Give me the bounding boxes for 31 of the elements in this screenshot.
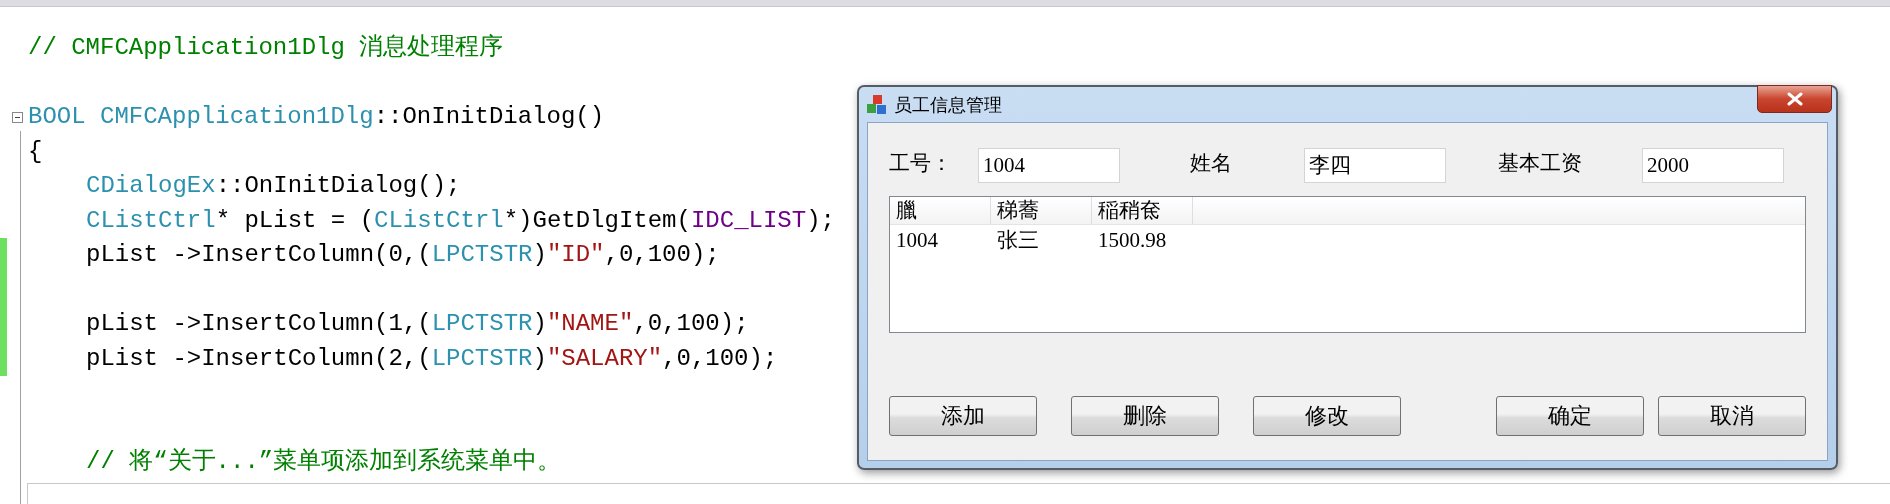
close-icon bbox=[1785, 92, 1804, 106]
dialog-button[interactable]: 取消 bbox=[1658, 396, 1806, 436]
table-cell: 张三 bbox=[997, 228, 1039, 252]
dialog-button[interactable]: 修改 bbox=[1253, 396, 1401, 436]
input-field[interactable]: 2000 bbox=[1642, 148, 1784, 183]
window-title: 员工信息管理 bbox=[894, 92, 1002, 117]
column-header[interactable]: 臘 bbox=[890, 197, 991, 224]
code-line: BOOL CMFCApplication1Dlg::OnInitDialog() bbox=[28, 103, 605, 130]
code-line: // 将“关于...”菜单项添加到系统菜单中。 bbox=[86, 448, 562, 475]
column-header[interactable]: 稲稍奃 bbox=[1092, 197, 1193, 224]
collapse-icon[interactable] bbox=[12, 111, 23, 123]
field-label: 工号： bbox=[889, 150, 952, 175]
code-line: CListCtrl* pList = (CListCtrl*)GetDlgItem(IDC_LIST); bbox=[86, 206, 835, 234]
dialog-button[interactable]: 删除 bbox=[1071, 396, 1219, 436]
code-line: pList ->InsertColumn(1,(LPCTSTR)"NAME",0,100); bbox=[86, 310, 749, 337]
code-line: pList ->InsertColumn(2,(LPCTSTR)"SALARY",0,100); bbox=[86, 344, 778, 372]
code-line: // CMFCApplication1Dlg 消息处理程序 bbox=[28, 34, 504, 61]
close-button[interactable] bbox=[1757, 85, 1832, 113]
dialog-button[interactable]: 确定 bbox=[1496, 396, 1644, 436]
app-icon bbox=[866, 93, 888, 116]
table-cell: 1004 bbox=[896, 228, 938, 252]
field-label: 姓名 bbox=[1190, 150, 1232, 175]
code-line: CDialogEx::OnInitDialog(); bbox=[86, 172, 461, 199]
dialog-button[interactable]: 添加 bbox=[889, 396, 1037, 436]
code-line: { bbox=[28, 137, 43, 165]
code-line: pList ->InsertColumn(0,(LPCTSTR)"ID",0,100); bbox=[86, 241, 720, 268]
field-label: 基本工资 bbox=[1498, 150, 1582, 175]
input-field[interactable]: 李四 bbox=[1304, 148, 1446, 183]
input-field[interactable]: 1004 bbox=[978, 148, 1120, 183]
column-header[interactable]: 稊蕎 bbox=[991, 197, 1092, 224]
table-cell: 1500.98 bbox=[1098, 228, 1167, 252]
